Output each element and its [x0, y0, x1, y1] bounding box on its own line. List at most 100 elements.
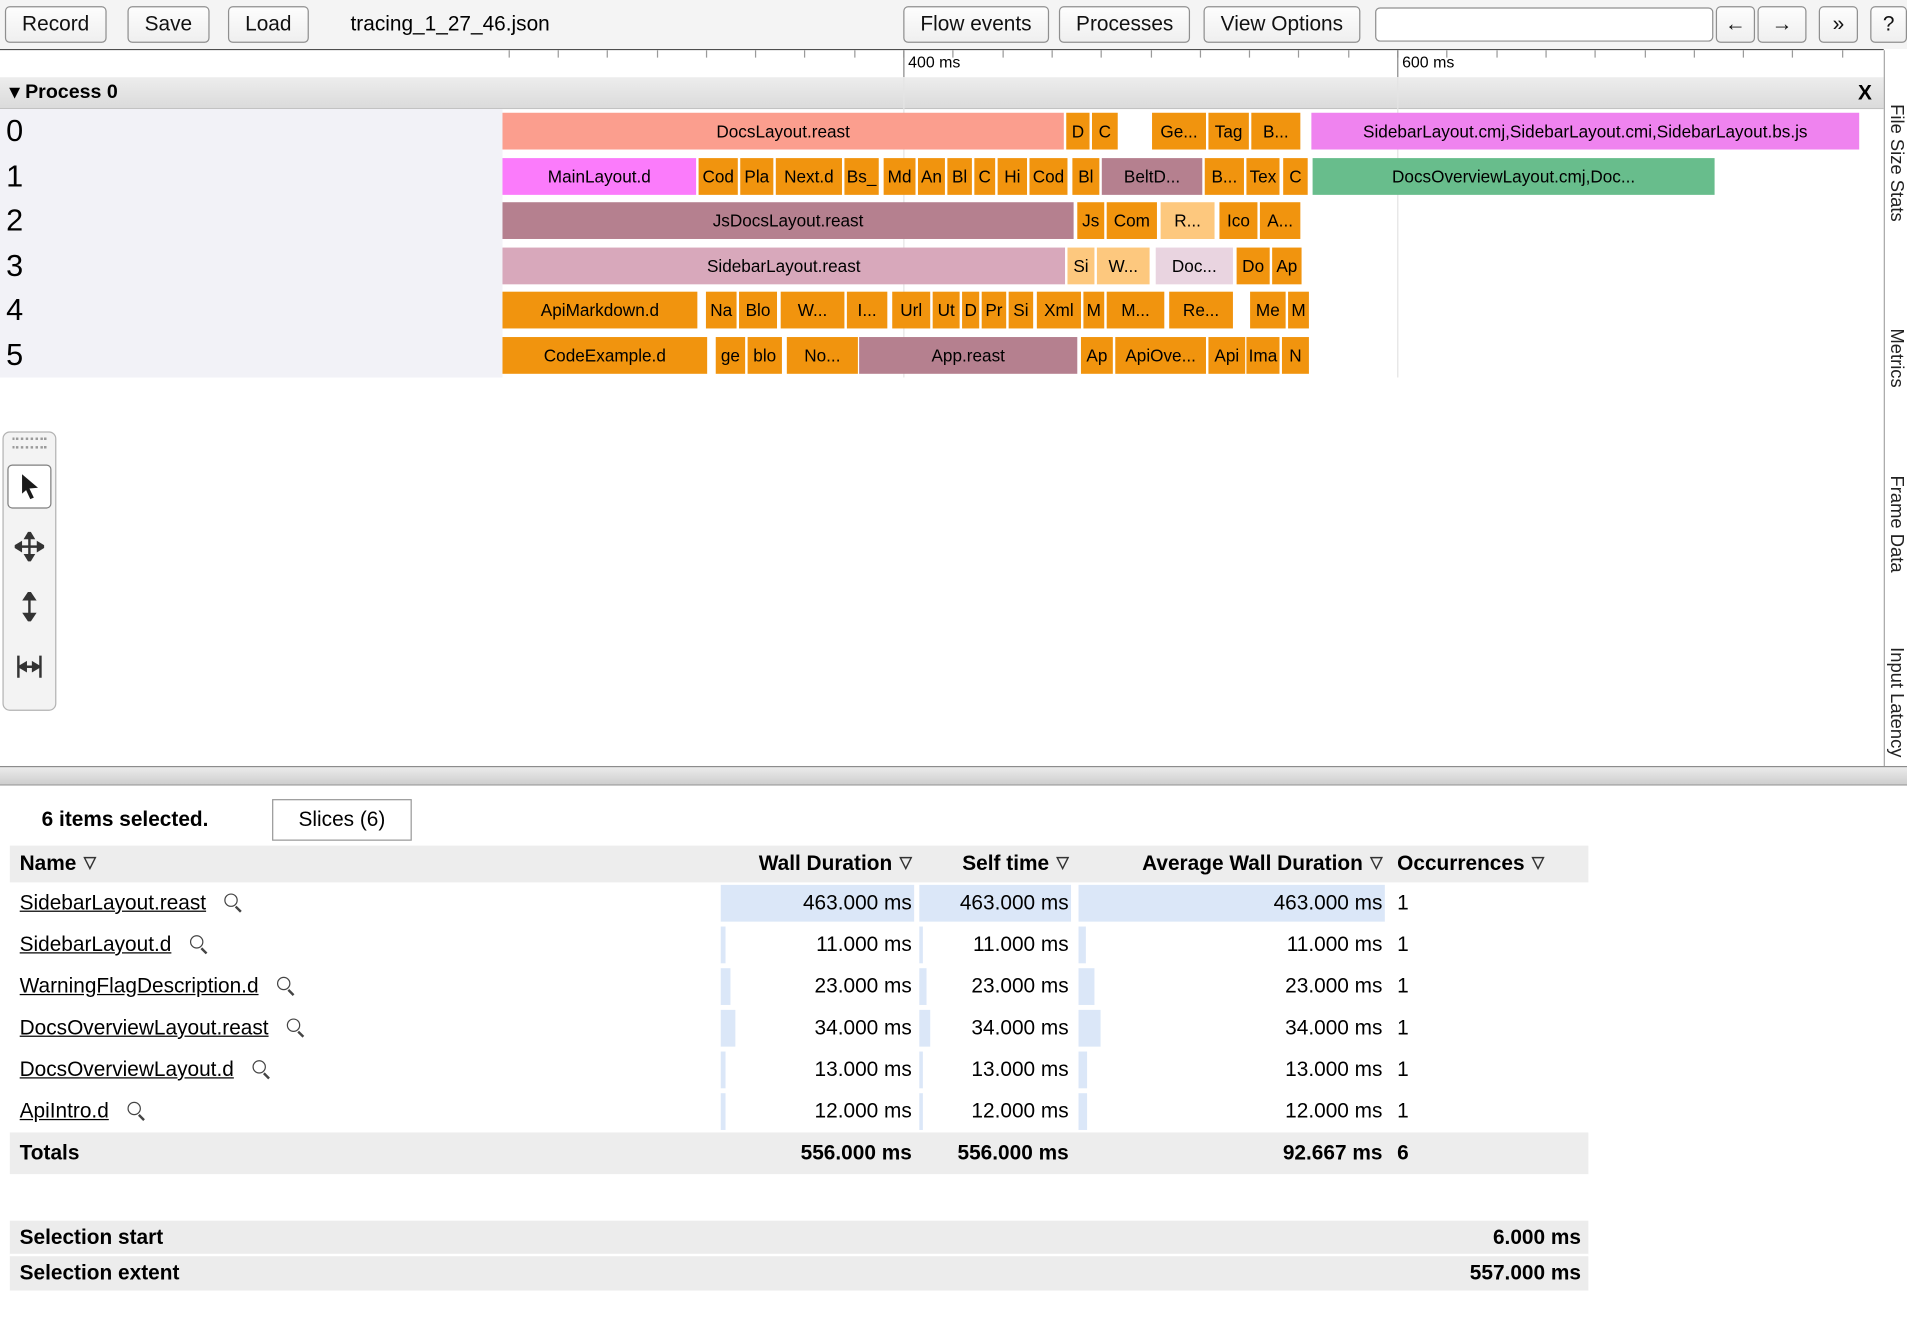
trace-slice[interactable]: SidebarLayout.reast — [502, 247, 1065, 284]
trace-slice[interactable]: An — [918, 157, 945, 194]
table-row[interactable]: ApiIntro.d12.000 ms12.000 ms12.000 ms1 — [10, 1091, 1589, 1133]
trace-slice[interactable]: Na — [706, 292, 737, 329]
trace-slice[interactable]: R... — [1161, 202, 1215, 239]
timeline-ruler[interactable]: 400 ms600 ms — [0, 50, 1884, 77]
trace-slice[interactable]: Xml — [1037, 292, 1081, 329]
track-row-5[interactable]: 5CodeExample.dgebloNo...App.reastApApiOv… — [0, 333, 1884, 378]
trace-slice[interactable]: Cod — [1029, 157, 1067, 194]
trace-slice[interactable]: Md — [884, 157, 916, 194]
trace-slice[interactable]: C — [1283, 157, 1308, 194]
slice-name-link[interactable]: ApiIntro.d — [20, 1099, 109, 1122]
trace-slice[interactable]: Ut — [933, 292, 960, 329]
header-name[interactable]: Name▽ — [20, 846, 711, 883]
trace-slice[interactable]: Ap — [1272, 247, 1301, 284]
magnifier-icon[interactable] — [287, 1018, 305, 1036]
trace-slice[interactable]: Bs_ — [844, 157, 878, 194]
trace-slice[interactable]: Doc... — [1156, 247, 1233, 284]
trace-slice[interactable]: Ico — [1219, 202, 1257, 239]
pan-tool-button[interactable] — [7, 525, 51, 569]
process-toggle[interactable]: ▾ Process 0 — [10, 77, 118, 108]
trace-slice[interactable]: M — [1083, 292, 1104, 329]
slice-name-link[interactable]: DocsOverviewLayout.d — [20, 1058, 234, 1081]
trace-slice[interactable]: Ap — [1081, 336, 1113, 373]
timing-tool-button[interactable] — [7, 645, 51, 689]
tab-slices[interactable]: Slices (6) — [272, 799, 412, 841]
header-occurrences[interactable]: Occurrences▽ — [1392, 846, 1586, 883]
trace-slice[interactable]: Blo — [739, 292, 777, 329]
trace-slice[interactable]: SidebarLayout.cmj,SidebarLayout.cmi,Side… — [1311, 113, 1859, 150]
magnifier-icon[interactable] — [224, 893, 242, 911]
trace-slice[interactable]: Me — [1250, 292, 1286, 329]
trace-slice[interactable]: No... — [787, 336, 858, 373]
header-self-time[interactable]: Self time▽ — [919, 846, 1071, 883]
sort-icon[interactable]: ▽ — [1056, 853, 1068, 871]
trace-slice[interactable]: blo — [748, 336, 782, 373]
trace-slice[interactable]: Bl — [1072, 157, 1099, 194]
trace-slice[interactable]: N — [1282, 336, 1309, 373]
processes-button[interactable]: Processes — [1059, 6, 1191, 43]
magnifier-icon[interactable] — [127, 1102, 145, 1120]
trace-slice[interactable]: ApiOve... — [1115, 336, 1206, 373]
trace-slice[interactable]: Si — [1067, 247, 1094, 284]
slice-name-link[interactable]: SidebarLayout.reast — [20, 891, 206, 914]
trace-slice[interactable]: C — [1092, 113, 1118, 150]
trace-slice[interactable]: BeltD... — [1102, 157, 1202, 194]
trace-slice[interactable]: Hi — [998, 157, 1027, 194]
trace-slice[interactable]: DocsLayout.reast — [502, 113, 1063, 150]
trace-slice[interactable]: JsDocsLayout.reast — [502, 202, 1073, 239]
trace-slice[interactable]: Api — [1208, 336, 1245, 373]
trace-slice[interactable]: Next.d — [776, 157, 842, 194]
header-wall-duration[interactable]: Wall Duration▽ — [721, 846, 915, 883]
trace-slice[interactable]: CodeExample.d — [502, 336, 707, 373]
table-row[interactable]: WarningFlagDescription.d23.000 ms23.000 … — [10, 966, 1589, 1008]
panel-splitter[interactable] — [0, 766, 1907, 786]
trace-slice[interactable]: Pr — [982, 292, 1007, 329]
find-next-button[interactable]: → — [1757, 6, 1806, 43]
palette-grip[interactable] — [12, 438, 46, 449]
record-button[interactable]: Record — [5, 6, 106, 43]
trace-slice[interactable]: A... — [1260, 202, 1300, 239]
sort-icon[interactable]: ▽ — [1532, 853, 1544, 871]
trace-slice[interactable]: C — [974, 157, 995, 194]
close-icon[interactable]: X — [1858, 77, 1872, 108]
trace-slice[interactable]: Ge... — [1152, 113, 1206, 150]
header-average-wall-duration[interactable]: Average Wall Duration▽ — [1079, 846, 1385, 883]
help-button[interactable]: ? — [1870, 6, 1907, 43]
trace-slice[interactable]: Si — [1009, 292, 1034, 329]
trace-slice[interactable]: Do — [1237, 247, 1270, 284]
trace-slice[interactable]: D — [962, 292, 979, 329]
trace-slice[interactable]: Pla — [740, 157, 773, 194]
trace-slice[interactable]: Bl — [947, 157, 972, 194]
trace-slice[interactable]: W... — [1097, 247, 1150, 284]
trace-slice[interactable]: Re... — [1169, 292, 1233, 329]
trace-slice[interactable]: Url — [892, 292, 930, 329]
find-previous-button[interactable]: ← — [1716, 6, 1755, 43]
track-row-1[interactable]: 1MainLayout.dCodPlaNext.dBs_MdAnBlCHiCod… — [0, 154, 1884, 199]
sort-icon[interactable]: ▽ — [84, 853, 96, 871]
trace-slice[interactable]: Cod — [699, 157, 738, 194]
trace-slice[interactable]: Com — [1107, 202, 1157, 239]
trace-slice[interactable]: B... — [1251, 113, 1300, 150]
view-options-button[interactable]: View Options — [1204, 6, 1361, 43]
search-input[interactable] — [1375, 7, 1713, 41]
sort-icon[interactable]: ▽ — [900, 853, 912, 871]
track-row-3[interactable]: 3SidebarLayout.reastSiW...Doc...DoAp — [0, 243, 1884, 288]
save-button[interactable]: Save — [127, 6, 209, 43]
more-button[interactable]: » — [1819, 6, 1858, 43]
selection-tool-button[interactable] — [7, 464, 51, 508]
slice-name-link[interactable]: WarningFlagDescription.d — [20, 974, 259, 997]
slice-name-link[interactable]: DocsOverviewLayout.reast — [20, 1016, 269, 1039]
trace-slice[interactable]: MainLayout.d — [502, 157, 696, 194]
table-row[interactable]: DocsOverviewLayout.reast34.000 ms34.000 … — [10, 1007, 1589, 1049]
load-button[interactable]: Load — [228, 6, 309, 43]
magnifier-icon[interactable] — [190, 935, 208, 953]
flow-events-button[interactable]: Flow events — [903, 6, 1048, 43]
tab-frame-data[interactable]: Frame Data — [1886, 476, 1907, 573]
zoom-tool-button[interactable] — [7, 585, 51, 629]
trace-slice[interactable]: App.reast — [859, 336, 1077, 373]
trace-slice[interactable]: W... — [781, 292, 845, 329]
trace-slice[interactable]: Tex — [1246, 157, 1279, 194]
trace-slice[interactable]: Ima — [1246, 336, 1279, 373]
track-row-2[interactable]: 2JsDocsLayout.reastJsComR...IcoA... — [0, 199, 1884, 244]
magnifier-icon[interactable] — [252, 1060, 270, 1078]
